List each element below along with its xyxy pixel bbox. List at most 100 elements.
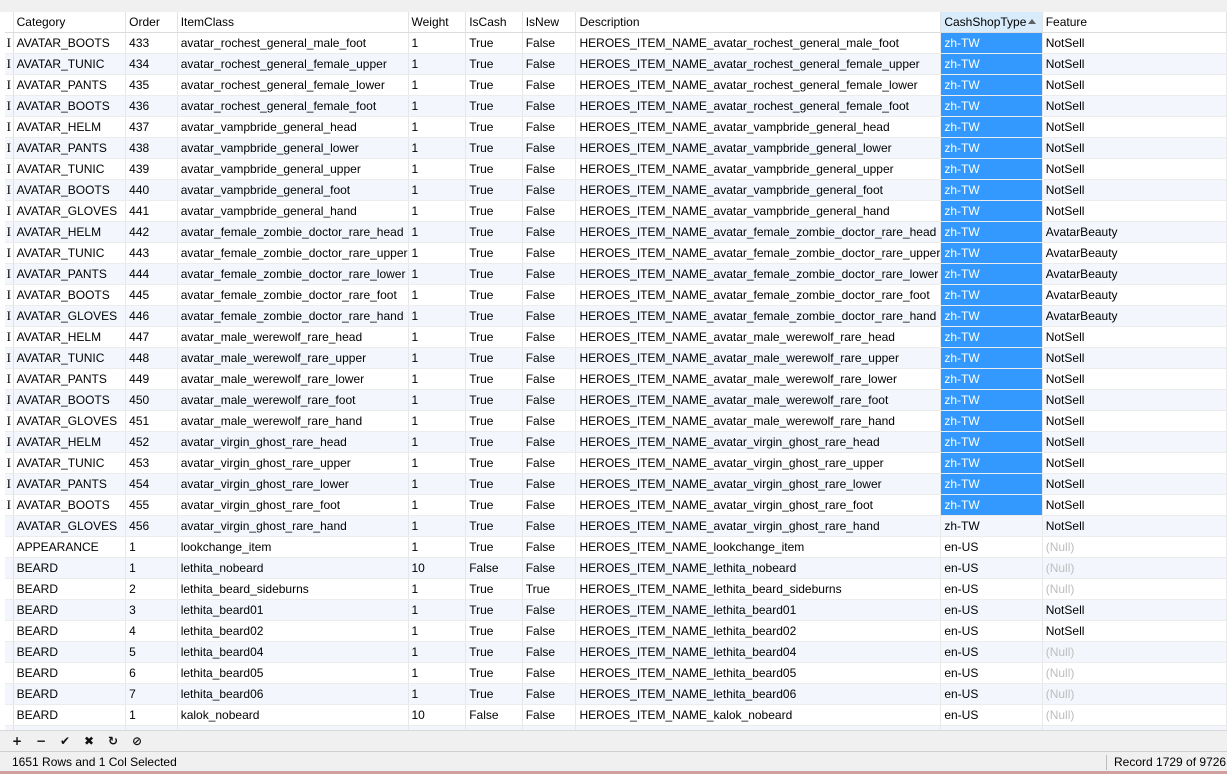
cell-order[interactable]: 440 xyxy=(125,179,178,201)
cell-cashshoptype[interactable]: en-US xyxy=(940,620,1043,642)
cell-cashshoptype[interactable]: zh-TW xyxy=(940,242,1043,264)
cell-feature[interactable]: NotSell xyxy=(1042,53,1227,75)
cell-cashshoptype[interactable]: en-US xyxy=(940,557,1043,579)
cell-weight[interactable]: 1 xyxy=(408,431,467,453)
cell-feature[interactable]: NotSell xyxy=(1042,368,1227,390)
apply-icon[interactable]: ✔ xyxy=(56,732,74,750)
cell-iscash[interactable]: True xyxy=(465,347,523,369)
row-selector[interactable] xyxy=(5,620,14,642)
cell-order[interactable]: 449 xyxy=(125,368,178,390)
cell-weight[interactable]: 1 xyxy=(408,515,467,537)
cell-order[interactable]: 451 xyxy=(125,410,178,432)
cell-description[interactable]: HEROES_ITEM_NAME_avatar_vampbride_genera… xyxy=(575,179,942,201)
cell-iscash[interactable]: True xyxy=(465,599,523,621)
cell-feature[interactable]: NotSell xyxy=(1042,200,1227,222)
row-selector[interactable]: I xyxy=(5,452,14,474)
cell-isnew[interactable]: False xyxy=(522,221,577,243)
cell-iscash[interactable]: True xyxy=(465,95,523,117)
data-grid[interactable]: Category Order ItemClass Weight IsCash IsNew D… xyxy=(5,12,1227,730)
cell-feature[interactable]: NotSell xyxy=(1042,452,1227,474)
cell-order[interactable]: 443 xyxy=(125,242,178,264)
column-header-feature[interactable]: Feature xyxy=(1042,12,1227,33)
cell-iscash[interactable]: True xyxy=(465,158,523,180)
table-row[interactable]: AVATAR_GLOVES 456 avatar_virgin_ghost_rare… xyxy=(5,515,1227,537)
table-row[interactable]: I AVATAR_HELM 437 avatar_vampbride_general_… xyxy=(5,116,1227,138)
cell-cashshoptype[interactable]: zh-TW xyxy=(940,200,1043,222)
row-selector[interactable]: I xyxy=(5,284,14,306)
cell-order[interactable]: 5 xyxy=(125,641,178,663)
table-row[interactable]: I AVATAR_HELM 442 avatar_female_zombie_doct… xyxy=(5,221,1227,243)
cell-description[interactable]: HEROES_ITEM_NAME_avatar_female_zombie_do… xyxy=(575,305,942,327)
cell-feature[interactable]: (Null) xyxy=(1042,557,1227,579)
cell-description[interactable]: HEROES_ITEM_NAME_avatar_female_zombie_do… xyxy=(575,284,942,306)
cell-itemclass[interactable]: avatar_vampbride_general_foot xyxy=(177,179,409,201)
row-selector[interactable]: I xyxy=(5,242,14,264)
cell-category[interactable]: AVATAR_PANTS xyxy=(13,263,127,285)
cell-weight[interactable]: 1 xyxy=(408,263,467,285)
cell-feature[interactable]: NotSell xyxy=(1042,515,1227,537)
cell-feature[interactable]: (Null) xyxy=(1042,683,1227,705)
table-row[interactable]: BEARD 2 lethita_beard_sideburns 1 True True HE… xyxy=(5,578,1227,600)
row-selector[interactable]: I xyxy=(5,179,14,201)
cell-order[interactable]: 445 xyxy=(125,284,178,306)
cell-feature[interactable]: NotSell xyxy=(1042,599,1227,621)
cell-iscash[interactable]: True xyxy=(465,452,523,474)
cell-order[interactable]: 434 xyxy=(125,53,178,75)
cell-weight[interactable]: 1 xyxy=(408,641,467,663)
cell-order[interactable]: 1 xyxy=(125,536,178,558)
cell-order[interactable]: 455 xyxy=(125,494,178,516)
table-row[interactable]: APPEARANCE 1 lookchange_item 1 True False HERO… xyxy=(5,536,1227,558)
cell-isnew[interactable]: False xyxy=(522,284,577,306)
row-selector[interactable]: I xyxy=(5,137,14,159)
cell-itemclass[interactable]: avatar_virgin_ghost_rare_lower xyxy=(177,473,409,495)
cell-iscash[interactable]: True xyxy=(465,284,523,306)
table-row[interactable]: I AVATAR_TUNIC 443 avatar_female_zombie_doc… xyxy=(5,242,1227,264)
cell-cashshoptype[interactable]: zh-TW xyxy=(940,221,1043,243)
row-selector[interactable]: I xyxy=(5,431,14,453)
cell-cashshoptype[interactable]: zh-TW xyxy=(940,452,1043,474)
cell-category[interactable]: AVATAR_PANTS xyxy=(13,137,127,159)
column-header-iscash[interactable]: IsCash xyxy=(465,12,523,33)
cell-order[interactable]: 456 xyxy=(125,515,178,537)
cell-cashshoptype[interactable]: zh-TW xyxy=(940,263,1043,285)
table-row[interactable]: I AVATAR_GLOVES 441 avatar_vampbride_genera… xyxy=(5,200,1227,222)
row-selector[interactable]: I xyxy=(5,221,14,243)
cell-category[interactable]: AVATAR_TUNIC xyxy=(13,452,127,474)
cell-isnew[interactable]: False xyxy=(522,137,577,159)
table-row[interactable]: I AVATAR_PANTS 449 avatar_male_werewolf_rar… xyxy=(5,368,1227,390)
cancel-icon[interactable]: ✖ xyxy=(80,732,98,750)
cell-cashshoptype[interactable]: zh-TW xyxy=(940,494,1043,516)
table-row[interactable]: BEARD 4 lethita_beard02 1 True False HEROES_IT… xyxy=(5,620,1227,642)
table-row[interactable]: BEARD 7 lethita_beard06 1 True False HEROES_IT… xyxy=(5,683,1227,705)
cell-weight[interactable]: 1 xyxy=(408,599,467,621)
cell-iscash[interactable]: True xyxy=(465,326,523,348)
cell-iscash[interactable]: True xyxy=(465,221,523,243)
cell-order[interactable]: 448 xyxy=(125,347,178,369)
cell-feature[interactable]: NotSell xyxy=(1042,137,1227,159)
cell-cashshoptype[interactable]: zh-TW xyxy=(940,53,1043,75)
cell-isnew[interactable]: False xyxy=(522,599,577,621)
cell-weight[interactable]: 1 xyxy=(408,32,467,54)
cell-itemclass[interactable]: avatar_rochest_general_female_foot xyxy=(177,95,409,117)
cell-isnew[interactable]: False xyxy=(522,116,577,138)
cell-description[interactable]: HEROES_ITEM_NAME_avatar_rochest_general_… xyxy=(575,32,942,54)
cell-weight[interactable]: 1 xyxy=(408,242,467,264)
cell-description[interactable]: HEROES_ITEM_NAME_avatar_female_zombie_do… xyxy=(575,263,942,285)
cell-description[interactable]: HEROES_ITEM_NAME_avatar_virgin_ghost_rar… xyxy=(575,494,942,516)
row-selector[interactable]: I xyxy=(5,410,14,432)
cell-description[interactable]: HEROES_ITEM_NAME_lethita_beard06 xyxy=(575,683,942,705)
cell-description[interactable]: HEROES_ITEM_NAME_avatar_male_werewolf_ra… xyxy=(575,389,942,411)
cell-iscash[interactable]: True xyxy=(465,515,523,537)
cell-category[interactable]: AVATAR_BOOTS xyxy=(13,389,127,411)
cell-isnew[interactable]: False xyxy=(522,95,577,117)
cell-description[interactable]: HEROES_ITEM_NAME_avatar_vampbride_genera… xyxy=(575,158,942,180)
cell-category[interactable]: APPEARANCE xyxy=(13,536,127,558)
cell-weight[interactable]: 1 xyxy=(408,53,467,75)
cell-feature[interactable]: AvatarBeauty xyxy=(1042,305,1227,327)
row-selector[interactable]: I xyxy=(5,368,14,390)
row-selector[interactable]: I xyxy=(5,263,14,285)
cell-feature[interactable]: NotSell xyxy=(1042,620,1227,642)
row-selector[interactable] xyxy=(5,599,14,621)
row-selector[interactable]: I xyxy=(5,32,14,54)
cell-order[interactable]: 441 xyxy=(125,200,178,222)
